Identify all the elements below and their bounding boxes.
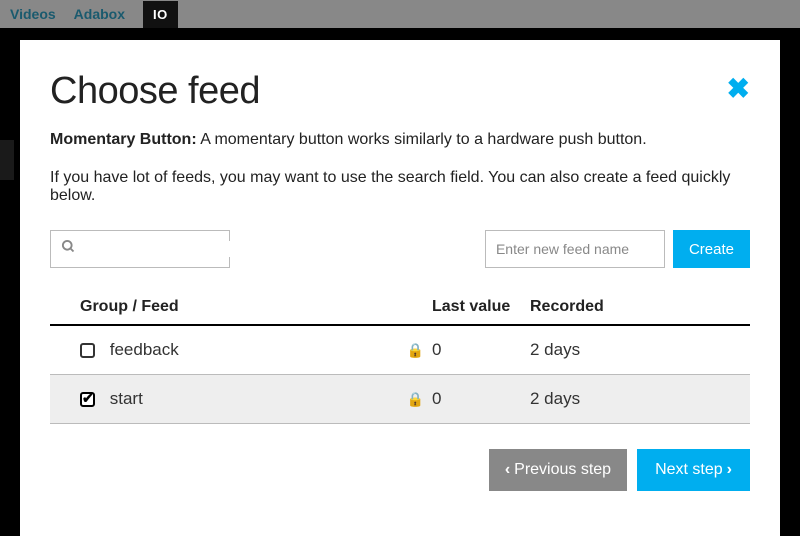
- help-text: If you have lot of feeds, you may want t…: [50, 169, 750, 205]
- table-row[interactable]: feedback 🔒 0 2 days: [50, 325, 750, 375]
- th-group: Group / Feed: [50, 290, 400, 325]
- nav-item-io[interactable]: IO: [143, 1, 178, 28]
- th-recorded: Recorded: [526, 290, 750, 325]
- table-row[interactable]: start 🔒 0 2 days: [50, 375, 750, 424]
- search-icon: [61, 239, 76, 259]
- nav-item-videos[interactable]: Videos: [10, 6, 56, 22]
- th-last-value: Last value: [428, 290, 526, 325]
- th-lock: [400, 290, 428, 325]
- choose-feed-dialog: Choose feed ✖ Momentary Button: A moment…: [20, 40, 780, 536]
- nav-item-adabox[interactable]: Adabox: [74, 6, 125, 22]
- lock-icon: 🔒: [407, 391, 424, 407]
- controls-row: Create: [50, 230, 750, 268]
- block-description: Momentary Button: A momentary button wor…: [50, 131, 750, 149]
- create-feed-group: Create: [485, 230, 750, 268]
- block-type-label: Momentary Button:: [50, 131, 197, 148]
- checkbox-icon[interactable]: [80, 343, 95, 358]
- checkbox-checked-icon[interactable]: [80, 392, 95, 407]
- prev-label: Previous step: [514, 461, 611, 479]
- create-button[interactable]: Create: [673, 230, 750, 268]
- feed-name: start: [110, 389, 143, 408]
- previous-step-button[interactable]: ‹ Previous step: [489, 449, 627, 491]
- feed-recorded: 2 days: [526, 375, 750, 424]
- search-input[interactable]: [82, 241, 263, 257]
- block-type-desc: A momentary button works similarly to a …: [200, 131, 646, 148]
- chevron-right-icon: ›: [727, 461, 732, 479]
- top-nav: Videos Adabox IO: [0, 0, 800, 28]
- background-peek: [0, 140, 14, 180]
- next-step-button[interactable]: Next step ›: [637, 449, 750, 491]
- dialog-footer: ‹ Previous step Next step ›: [50, 449, 750, 491]
- new-feed-input[interactable]: [485, 230, 665, 268]
- close-icon[interactable]: ✖: [727, 75, 750, 103]
- feed-last-value: 0: [428, 325, 526, 375]
- lock-icon: 🔒: [407, 342, 424, 358]
- feed-table: Group / Feed Last value Recorded feedbac…: [50, 290, 750, 424]
- dialog-title: Choose feed: [50, 70, 260, 113]
- feed-last-value: 0: [428, 375, 526, 424]
- next-label: Next step: [655, 461, 723, 479]
- feed-name: feedback: [110, 340, 179, 359]
- chevron-left-icon: ‹: [505, 461, 510, 479]
- feed-recorded: 2 days: [526, 325, 750, 375]
- search-box[interactable]: [50, 230, 230, 268]
